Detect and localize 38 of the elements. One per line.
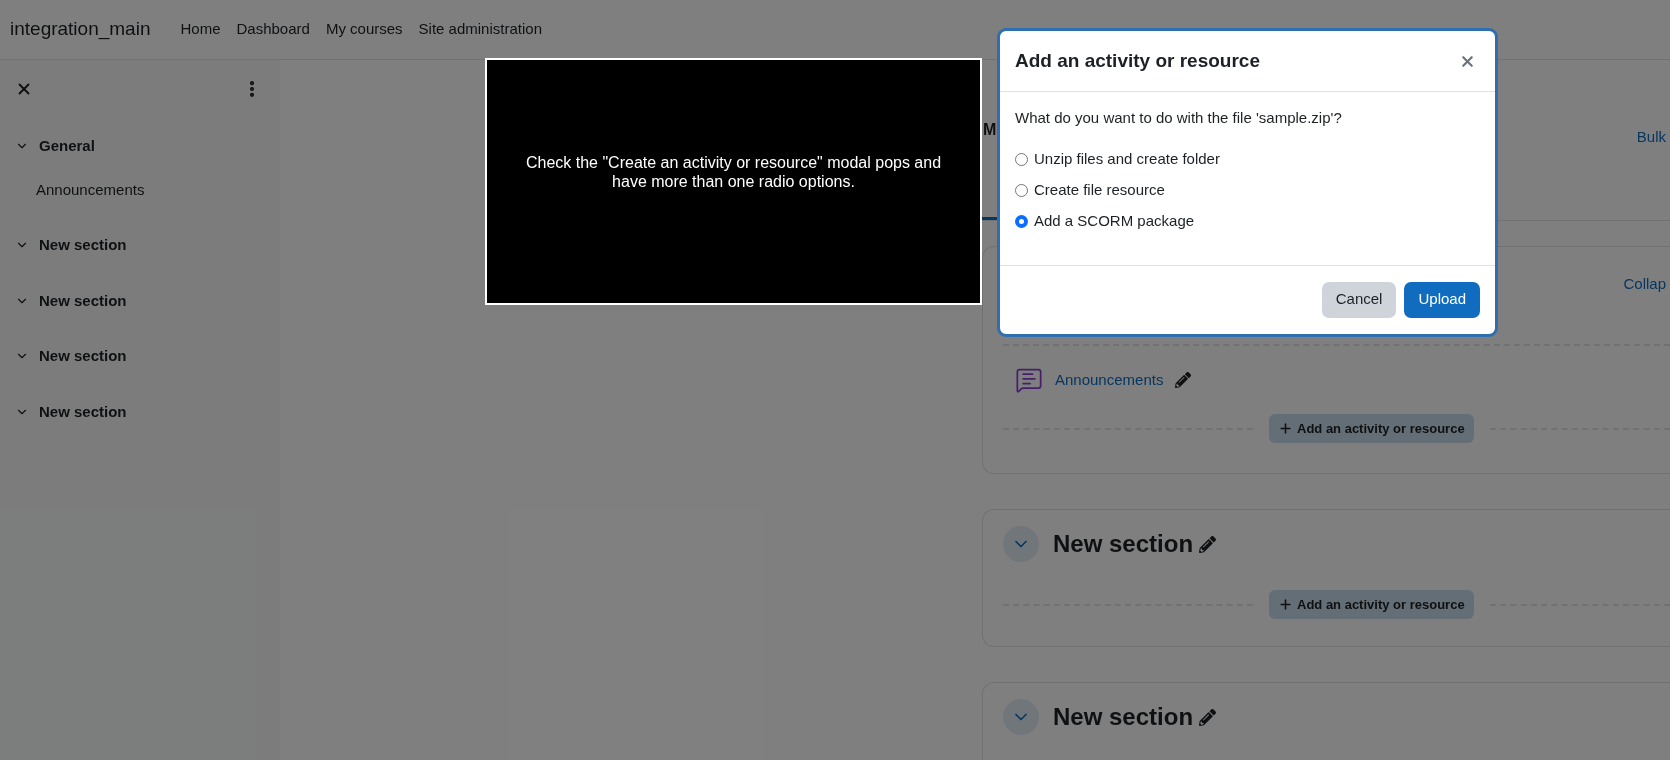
index-section-link[interactable]: New section <box>39 400 127 423</box>
radio-button[interactable] <box>1015 214 1028 228</box>
modal-question: What do you want to do with the file 'sample.zip'? <box>1015 108 1343 128</box>
pencil-icon[interactable] <box>1199 535 1217 553</box>
radio-option[interactable]: Create file resource <box>1015 174 1480 206</box>
index-section-link[interactable]: New section <box>39 289 127 312</box>
modal-title: Add an activity or resource <box>1015 48 1260 73</box>
nav-link[interactable]: Home <box>172 18 229 41</box>
bulk-edit-link[interactable]: Bulk <box>1636 126 1670 149</box>
nav-link[interactable]: My courses <box>317 18 411 41</box>
activity-link[interactable]: Announcements <box>1055 368 1164 392</box>
course-title: M <box>983 122 997 138</box>
nav-link[interactable]: Site administration <box>410 18 550 41</box>
annotation-text: Check the "Create an activity or resource" modal pops and have more than one radio options. <box>524 152 943 191</box>
index-section-link[interactable]: New section <box>39 345 127 368</box>
collapse-all-link[interactable]: Collap <box>1623 273 1666 344</box>
forum-icon <box>1015 366 1043 394</box>
radio-option[interactable]: Unzip files and create folder <box>1015 143 1480 175</box>
collapse-toggle[interactable] <box>1003 526 1039 562</box>
section-title: New section <box>1053 529 1194 559</box>
plus-icon <box>1278 421 1293 436</box>
index-section-link[interactable]: New section <box>39 234 127 257</box>
radio-button[interactable] <box>1015 152 1028 166</box>
add-activity-button[interactable]: Add an activity or resource <box>1269 590 1474 619</box>
section-title: New section <box>1053 702 1194 732</box>
site-name[interactable]: integration_main <box>10 15 151 44</box>
cancel-button[interactable]: Cancel <box>1321 281 1397 318</box>
pencil-icon[interactable] <box>1175 372 1192 388</box>
index-activity-link[interactable]: Announcements <box>15 178 265 201</box>
radio-option[interactable]: Add a SCORM package <box>1015 205 1480 237</box>
pencil-icon[interactable] <box>1199 708 1217 726</box>
add-activity-button[interactable]: Add an activity or resource <box>1269 414 1474 443</box>
upload-button[interactable]: Upload <box>1404 281 1480 318</box>
index-section-link[interactable]: General <box>39 135 95 158</box>
radio-button[interactable] <box>1015 183 1028 197</box>
nav-link[interactable]: Dashboard <box>228 18 318 41</box>
plus-icon <box>1278 597 1293 612</box>
collapse-toggle[interactable] <box>1003 699 1039 735</box>
